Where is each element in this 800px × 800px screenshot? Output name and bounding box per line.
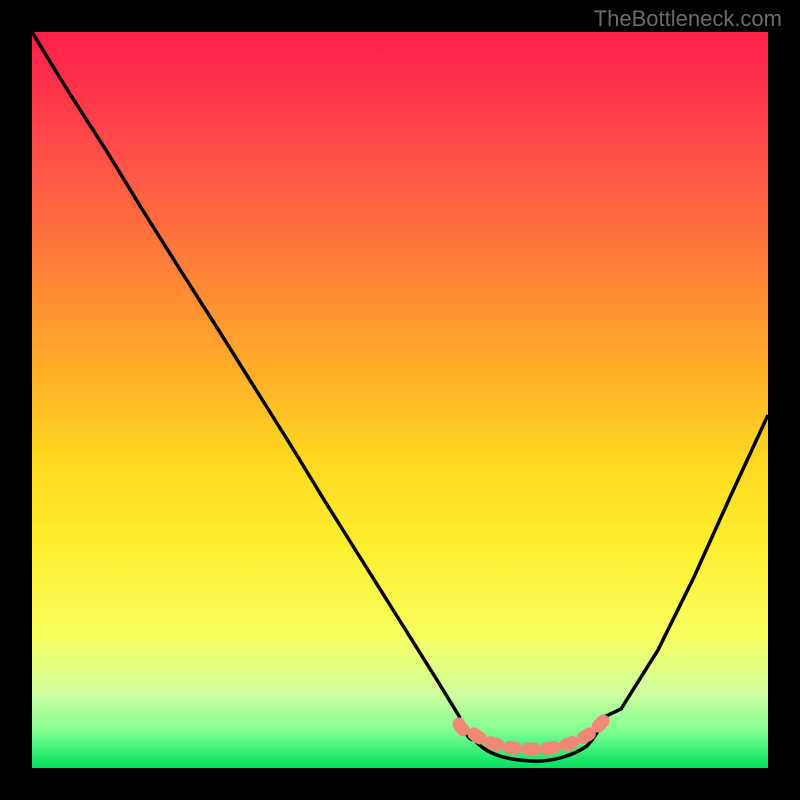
frame-bottom — [0, 768, 800, 800]
frame-right — [768, 0, 800, 800]
gradient-background — [32, 32, 768, 768]
watermark-text: TheBottleneck.com — [594, 6, 782, 32]
frame-left — [0, 0, 32, 800]
